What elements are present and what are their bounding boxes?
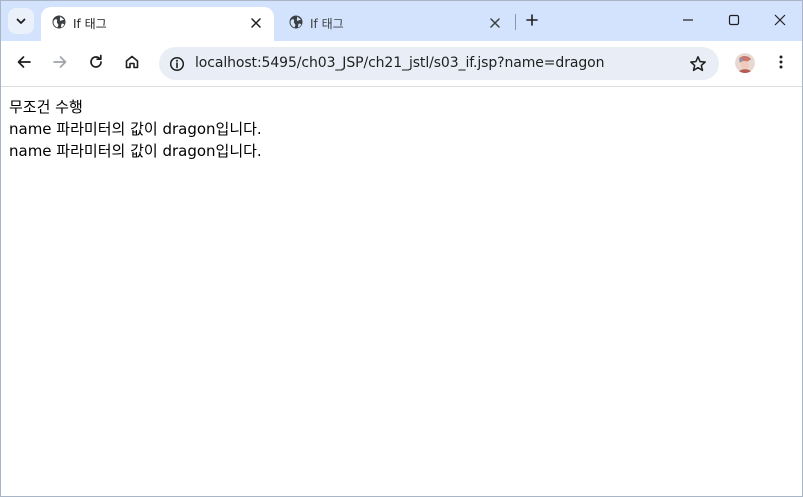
kebab-menu-icon <box>773 54 789 74</box>
plus-icon <box>526 11 538 30</box>
tab-search-button[interactable] <box>8 8 34 34</box>
tab-active[interactable]: If 태그 <box>41 7 274 41</box>
minimize-icon <box>682 11 694 30</box>
maximize-button[interactable] <box>711 1 757 39</box>
page-content: 무조건 수행 name 파라미터의 값이 dragon입니다. name 파라미… <box>1 88 802 496</box>
url-text[interactable]: localhost:5495/ch03_JSP/ch21_jstl/s03_if… <box>195 55 604 71</box>
browser-window: If 태그 If 태그 localhost:5495/ch03_JSP/ch21… <box>0 0 803 497</box>
tab-strip: If 태그 If 태그 <box>1 1 802 41</box>
tab-inactive[interactable]: If 태그 <box>278 7 513 41</box>
window-close-icon <box>774 11 786 30</box>
tab-title: If 태그 <box>73 17 107 31</box>
tab-divider <box>515 14 516 30</box>
reload-icon <box>88 54 104 74</box>
new-tab-button[interactable] <box>521 9 543 31</box>
back-arrow-icon <box>16 54 32 74</box>
close-icon[interactable] <box>248 15 264 31</box>
home-button[interactable] <box>118 50 146 78</box>
minimize-button[interactable] <box>665 1 711 39</box>
star-icon[interactable] <box>688 54 707 73</box>
reload-button[interactable] <box>82 50 110 78</box>
window-close-button[interactable] <box>757 1 802 39</box>
info-icon[interactable] <box>167 54 186 73</box>
output-line: name 파라미터의 값이 dragon입니다. <box>9 120 262 138</box>
tab-title: If 태그 <box>310 17 344 31</box>
address-bar[interactable]: localhost:5495/ch03_JSP/ch21_jstl/s03_if… <box>159 47 719 80</box>
back-button[interactable] <box>10 50 38 78</box>
output-line: name 파라미터의 값이 dragon입니다. <box>9 142 262 160</box>
home-icon <box>124 54 140 74</box>
chevron-down-icon <box>15 12 27 31</box>
avatar[interactable] <box>735 53 755 73</box>
close-icon[interactable] <box>487 15 503 31</box>
globe-icon <box>51 14 67 30</box>
globe-icon <box>288 14 304 30</box>
forward-arrow-icon <box>52 54 68 74</box>
output-line: 무조건 수행 <box>9 98 83 116</box>
menu-button[interactable] <box>767 50 795 78</box>
forward-button[interactable] <box>46 50 74 78</box>
maximize-icon <box>728 11 740 30</box>
toolbar: localhost:5495/ch03_JSP/ch21_jstl/s03_if… <box>1 41 802 87</box>
